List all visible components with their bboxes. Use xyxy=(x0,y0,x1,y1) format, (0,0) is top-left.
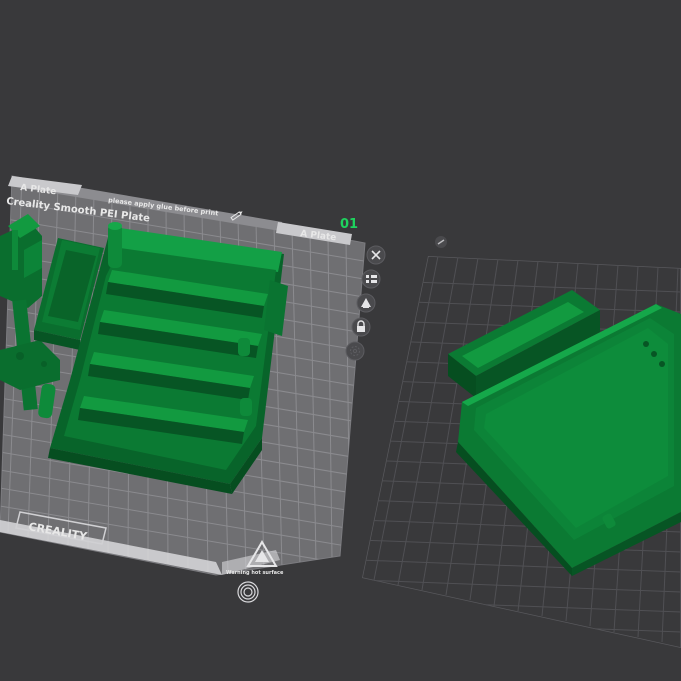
warning-text: Warning hot surface xyxy=(226,570,284,576)
settings-icon xyxy=(350,346,360,356)
3d-viewport[interactable]: A Plate A Plate Creality Smooth PEI Plat… xyxy=(0,0,681,681)
plate-arrange-button[interactable] xyxy=(361,269,381,289)
plate-lock-button[interactable] xyxy=(351,317,371,337)
fingerprint-icon xyxy=(237,581,259,603)
model-group-secondary[interactable] xyxy=(448,290,681,576)
secondary-plate-edit-icon[interactable] xyxy=(435,236,447,248)
plate-settings-button[interactable] xyxy=(345,341,365,361)
plate-number[interactable]: 01 xyxy=(340,217,358,232)
plate-close-button[interactable] xyxy=(366,245,386,265)
plate-orient-button[interactable] xyxy=(356,293,376,313)
